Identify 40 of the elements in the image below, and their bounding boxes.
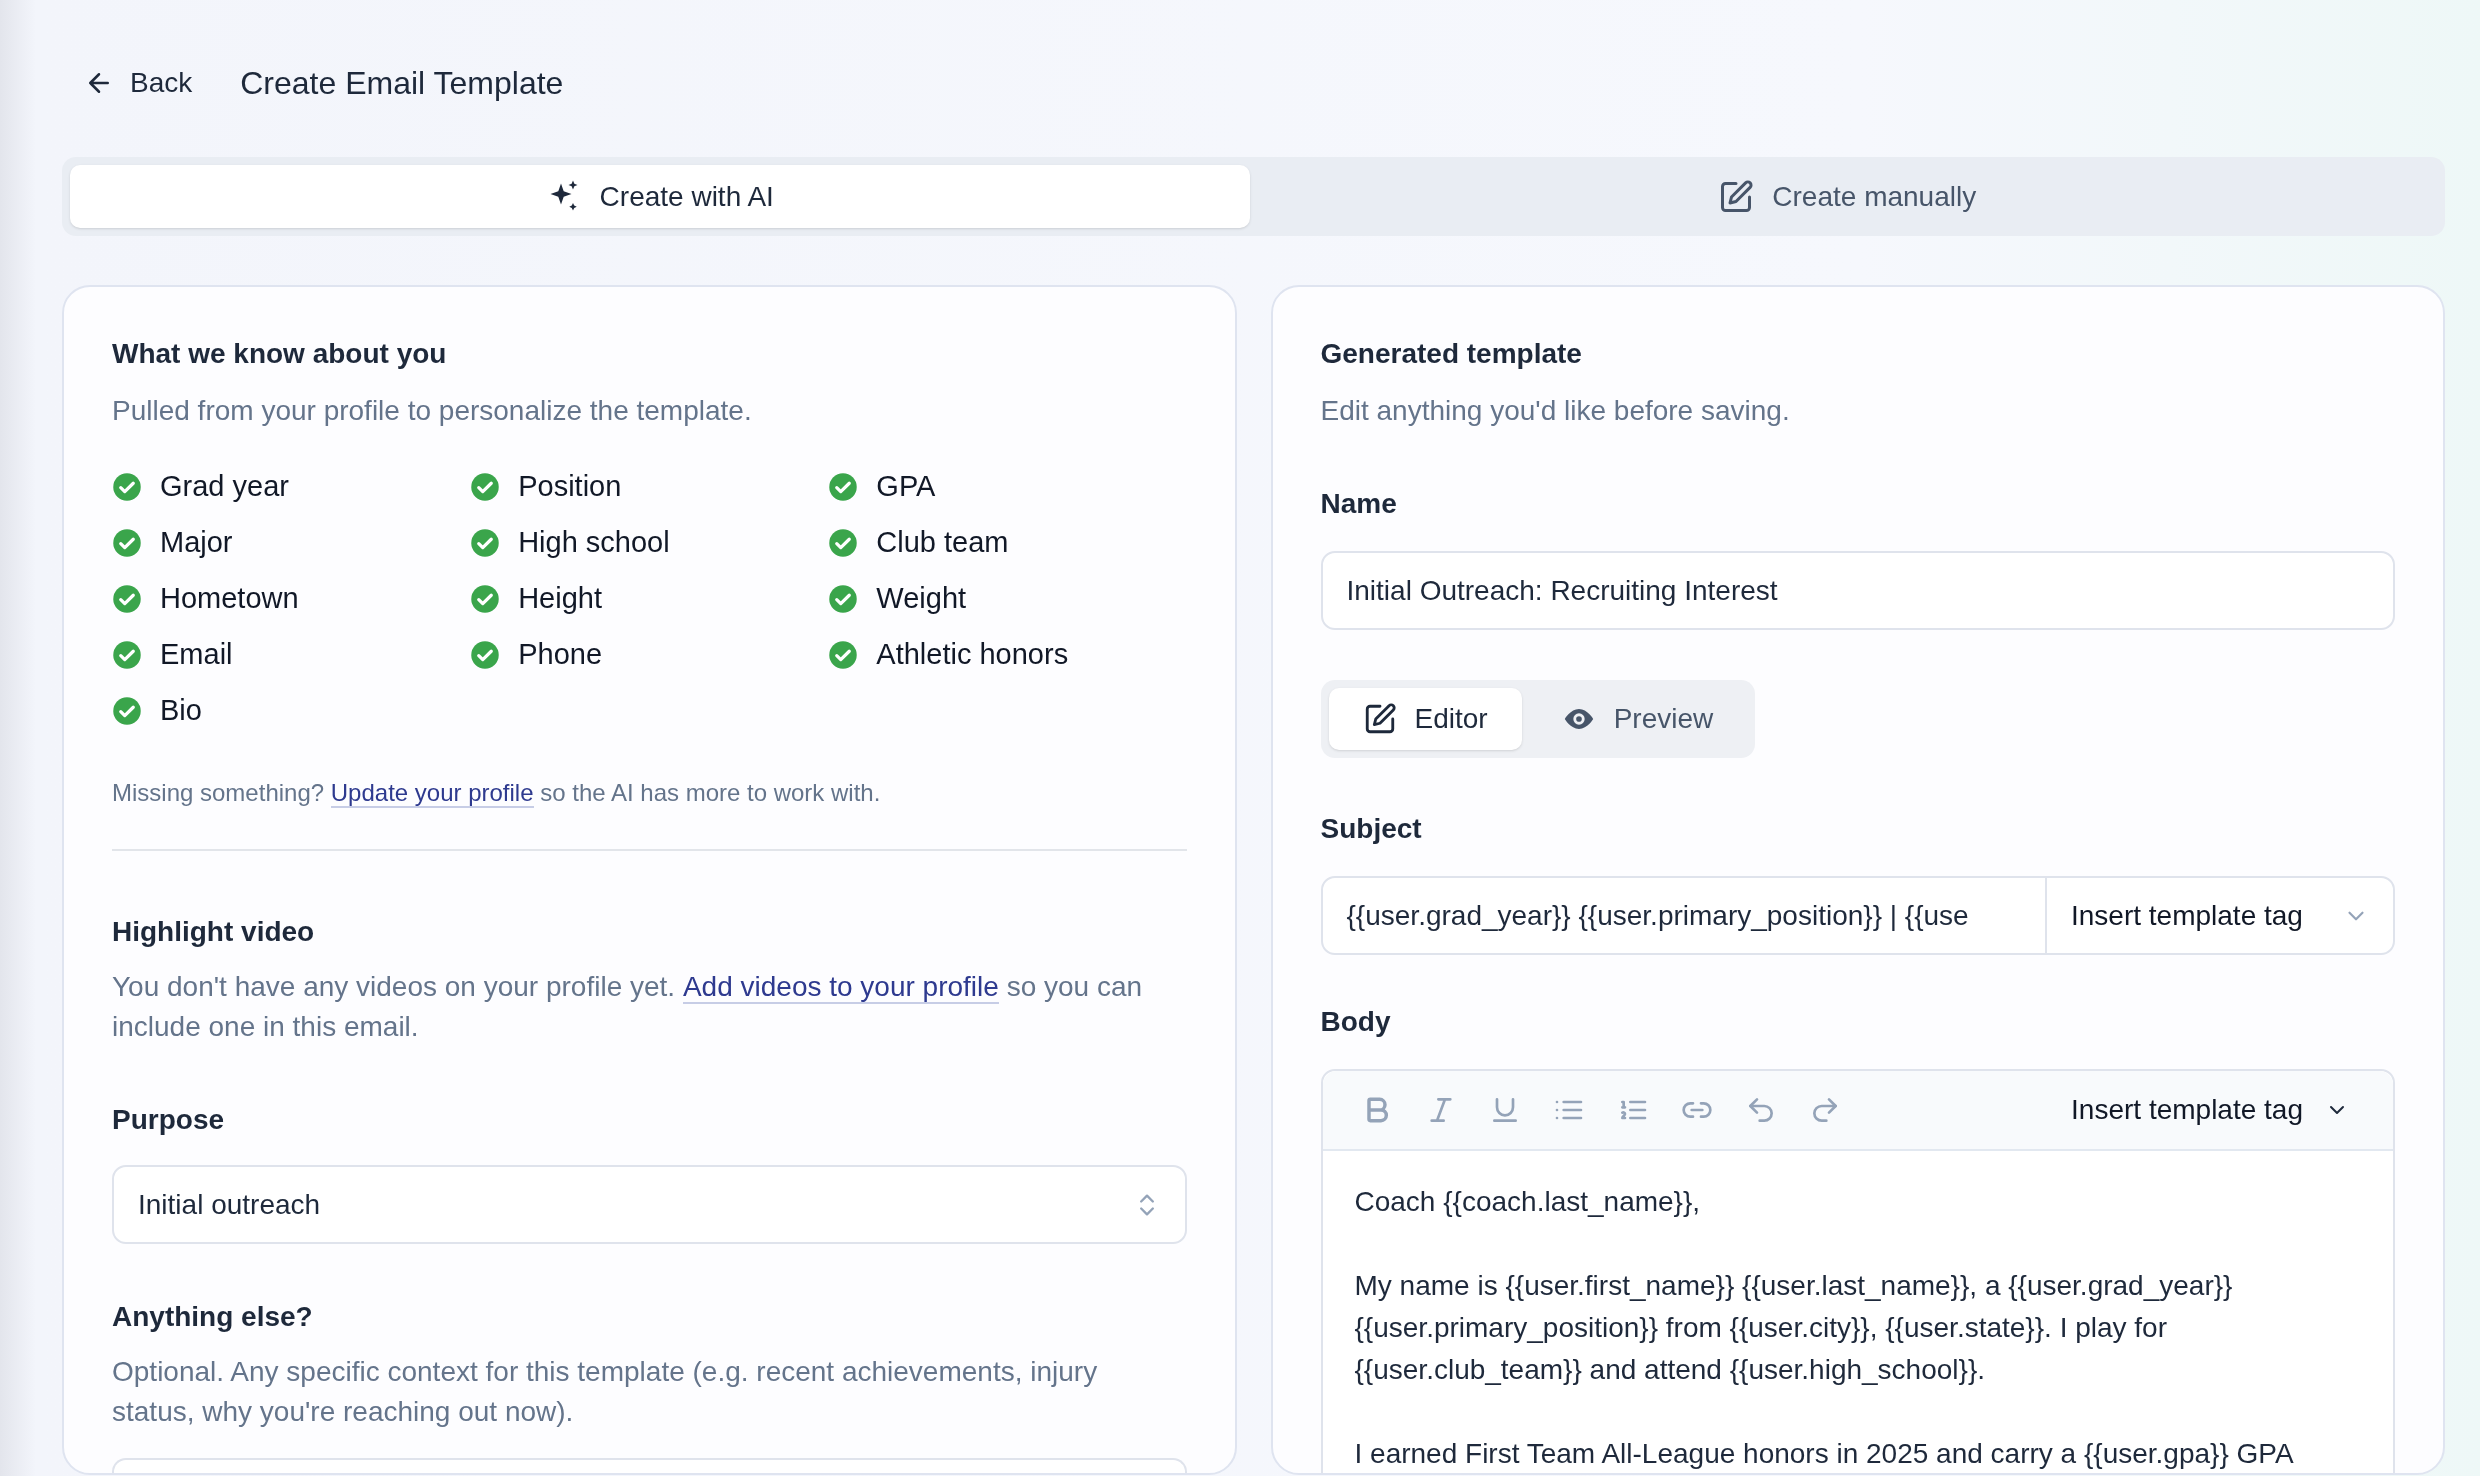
section-description: You don't have any videos on your profile yet. Add videos to your profile so you can include one in this email.: [112, 970, 1144, 1044]
missing-info-note: Missing something? Update your profile so the AI has more to work with.: [112, 778, 882, 810]
profile-field-label: Bio: [160, 693, 202, 729]
mode-tab[interactable]: Create with AI: [70, 165, 1250, 228]
field-label: Anything else?: [112, 1300, 314, 1334]
body-paragraph: My name is {{user.first_name}} {{user.last_name}}, a {{user.grad_year}} {{user.primary_position}} from {{user.city}}, {{user.state}}. I play for {{user.club_team}} and attend {{user.high_school}}.: [1354, 1269, 2234, 1387]
profile-field-label: High school: [518, 525, 670, 561]
field-label: Name: [1320, 487, 1398, 521]
body-paragraph: Coach {{coach.last_name}},: [1354, 1185, 1702, 1219]
profile-field-label: Club team: [876, 525, 1009, 561]
profile-link[interactable]: Add videos to your profile: [682, 971, 999, 1004]
section-heading: Generated template: [1320, 337, 1583, 371]
mode-tab[interactable]: Create manually: [1257, 165, 2437, 228]
profile-field-label: Email: [160, 637, 233, 673]
section-description: Edit anything you'd like before saving.: [1320, 394, 1791, 428]
field-label: Subject: [1320, 812, 1423, 846]
profile-field-label: Weight: [876, 581, 967, 617]
profile-field-label: Position: [518, 469, 622, 505]
profile-field-label: Phone: [518, 637, 602, 673]
section-heading: What we know about you: [112, 337, 448, 371]
insert-tag-dropdown[interactable]: Insert template tag: [2071, 1089, 2349, 1131]
back-button[interactable]: Back: [84, 62, 193, 104]
field-label: Body: [1320, 1005, 1392, 1039]
profile-link[interactable]: Update your profile: [330, 779, 534, 808]
field-help-text: Optional. Any specific context for this template (e.g. recent achievements, injury status, why you're reaching out now).: [112, 1355, 1099, 1429]
body-paragraph: I earned First Team All-League honors in 2025 and carry a {{user.gpa}} GPA: [1354, 1437, 2295, 1471]
view-tab[interactable]: Editor: [1328, 688, 1522, 750]
view-tab[interactable]: Preview: [1527, 688, 1748, 750]
section-description: Pulled from your profile to personalize the template.: [112, 394, 753, 428]
profile-field-label: Hometown: [160, 581, 299, 617]
profile-field-label: Major: [160, 525, 233, 561]
page-title: Create Email Template: [240, 64, 564, 103]
field-label: Purpose: [112, 1103, 226, 1137]
purpose-select[interactable]: Initial outreach: [112, 1165, 1187, 1244]
section-heading: Highlight video: [112, 915, 316, 949]
profile-field-label: GPA: [876, 469, 936, 505]
profile-field-label: Athletic honors: [876, 637, 1069, 673]
profile-field-label: Grad year: [160, 469, 289, 505]
profile-field-label: Height: [518, 581, 602, 617]
name-input-field[interactable]: Initial Outreach: Recruiting Interest: [1320, 551, 2395, 630]
